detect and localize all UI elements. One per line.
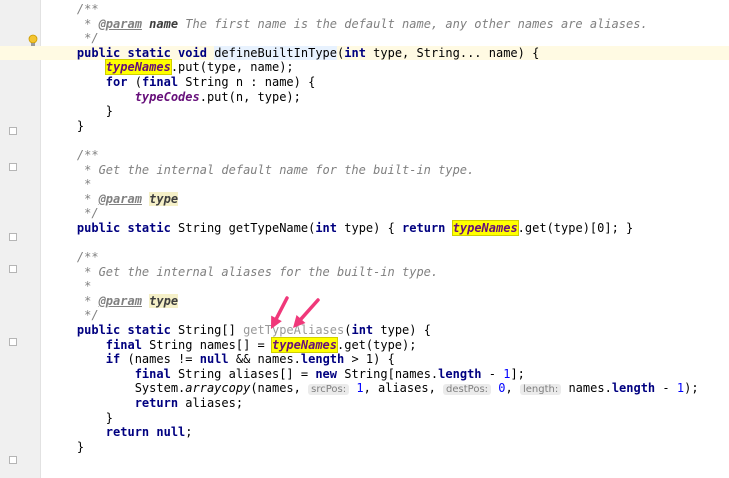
arrow-shaft bbox=[299, 298, 320, 321]
arrow-icon bbox=[271, 296, 320, 329]
arrow-shaft bbox=[274, 296, 289, 321]
